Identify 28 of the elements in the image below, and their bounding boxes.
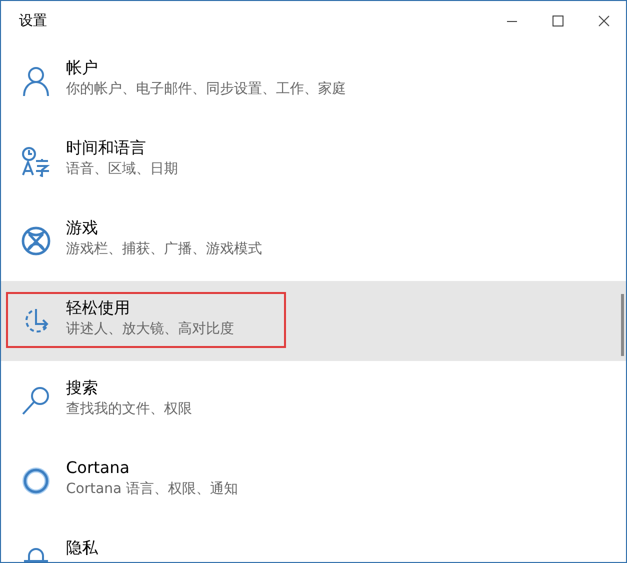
item-title: 时间和语言 [66,138,147,157]
search-icon [20,385,52,417]
item-title: 轻松使用 [66,298,131,317]
item-title: 帐户 [66,58,99,77]
item-description: 你的帐户、电子邮件、同步设置、工作、家庭 [66,80,346,98]
window-title: 设置 [19,12,47,30]
item-description: Cortana 语言、权限、通知 [66,480,238,498]
maximize-icon[interactable] [552,15,564,27]
settings-item[interactable]: 隐私 [1,521,626,562]
item-description: 讲述人、放大镜、高对比度 [66,320,234,338]
item-title: Cortana [66,458,131,477]
settings-item[interactable]: 游戏 游戏栏、捕获、广播、游戏模式 [1,201,626,281]
settings-item[interactable]: 帐户 你的帐户、电子邮件、同步设置、工作、家庭 [1,41,626,121]
item-title: 游戏 [66,218,99,237]
item-description: 查找我的文件、权限 [66,400,192,418]
item-title: 搜索 [66,378,99,397]
scroll-bar[interactable] [621,294,624,356]
person-icon [20,65,52,97]
settings-item[interactable]: 轻松使用 讲述人、放大镜、高对比度 [1,281,626,361]
item-description: 游戏栏、捕获、广播、游戏模式 [66,240,262,258]
settings-item[interactable]: Cortana Cortana 语言、权限、通知 [1,441,626,521]
settings-item[interactable]: 时间和语言 语音、区域、日期 [1,121,626,201]
ring-icon [20,465,52,497]
item-title: 隐私 [66,538,98,557]
settings-item[interactable]: 搜索 查找我的文件、权限 [1,361,626,441]
item-description: 语音、区域、日期 [66,160,178,178]
close-icon[interactable] [598,15,610,27]
clock-language-icon [20,145,52,177]
